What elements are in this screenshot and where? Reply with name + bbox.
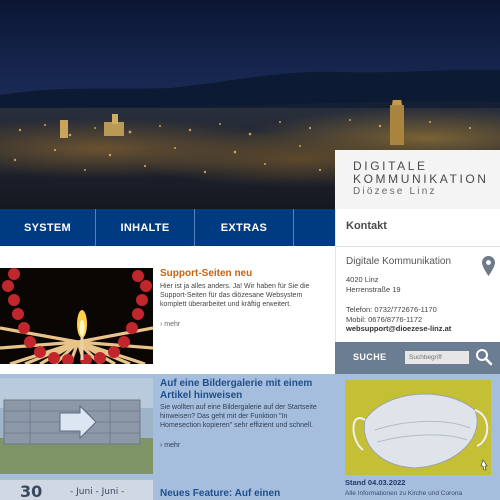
address-line-2: Herrenstraße 19	[346, 285, 401, 294]
news-item: Support-Seiten neu Hier ist ja alles and…	[0, 262, 335, 374]
news-teaser[interactable]: Alle Informationen zu Kirche und Corona	[345, 490, 462, 497]
location-pin-icon[interactable]	[482, 256, 495, 276]
news-item: 30 - Juni - Juni - Neues Feature: Auf ei…	[0, 480, 335, 500]
brand-line-3: Diözese Linz	[353, 186, 437, 197]
nav-item-extras[interactable]: EXTRAS	[195, 209, 294, 246]
search-label: SUCHE	[353, 352, 387, 362]
svg-text:- Juni - Juni -: - Juni - Juni -	[70, 487, 124, 497]
address-line-1: 4020 Linz	[346, 275, 379, 284]
matches-image[interactable]	[0, 268, 153, 364]
calendar-image[interactable]: 30 - Juni - Juni -	[0, 480, 153, 500]
svg-text:30: 30	[20, 482, 42, 500]
nav-item-empty[interactable]	[294, 209, 335, 246]
main-nav: SYSTEM INHALTE EXTRAS	[0, 209, 335, 246]
ffp2-mask-image[interactable]	[345, 380, 491, 475]
calendar-illustration: 30 - Juni - Juni -	[0, 480, 153, 500]
contact-phones: Telefon: 0732/772676-1170 Mobil: 0676/87…	[346, 305, 451, 334]
mask-illustration	[345, 380, 491, 475]
read-more-label: mehr	[164, 442, 181, 449]
matches-illustration	[0, 268, 153, 364]
search-icon[interactable]	[475, 348, 493, 366]
divider	[336, 246, 500, 247]
contact-email-link[interactable]: websupport@dioezese-linz.at	[346, 324, 451, 334]
nav-item-system[interactable]: SYSTEM	[0, 209, 96, 246]
read-more-label: mehr	[164, 321, 181, 328]
brand-line-2: KOMMUNIKATION	[353, 172, 489, 186]
contact-address: 4020 Linz Herrenstraße 19	[346, 275, 401, 295]
stone-wall-illustration	[0, 378, 153, 474]
news-date: Stand 04.03.2022	[345, 478, 406, 487]
mobile-number: Mobil: 0676/8776-1172	[346, 314, 423, 324]
contact-org: Digitale Kommunikation	[346, 256, 452, 267]
news-body: Hier ist ja alles anders. Ja! Wir haben …	[160, 283, 310, 308]
nav-item-inhalte[interactable]: INHALTE	[96, 209, 195, 246]
read-more-link[interactable]: › mehr	[160, 442, 180, 449]
contact-heading: Kontakt	[346, 220, 387, 232]
news-body: Sie wollten auf eine Bildergalerie auf d…	[160, 404, 317, 429]
search-bar: SUCHE	[335, 342, 500, 374]
news-title[interactable]: Support-Seiten neu	[160, 268, 330, 280]
wall-arrow-image[interactable]	[0, 378, 153, 474]
phone-number: Telefon: 0732/772676-1170	[346, 305, 437, 314]
read-more-link[interactable]: › mehr	[160, 321, 180, 328]
site-logo[interactable]: DIGITALE KOMMUNIKATION Diözese Linz	[335, 150, 500, 209]
search-input[interactable]	[405, 351, 469, 364]
news-title[interactable]: Neues Feature: Auf einen	[160, 488, 330, 500]
news-item: Auf eine Bildergalerie mit einem Artikel…	[0, 378, 335, 478]
contact-panel: Kontakt Digitale Kommunikation 4020 Linz…	[335, 209, 500, 342]
news-title[interactable]: Auf eine Bildergalerie mit einem Artikel…	[160, 378, 330, 402]
